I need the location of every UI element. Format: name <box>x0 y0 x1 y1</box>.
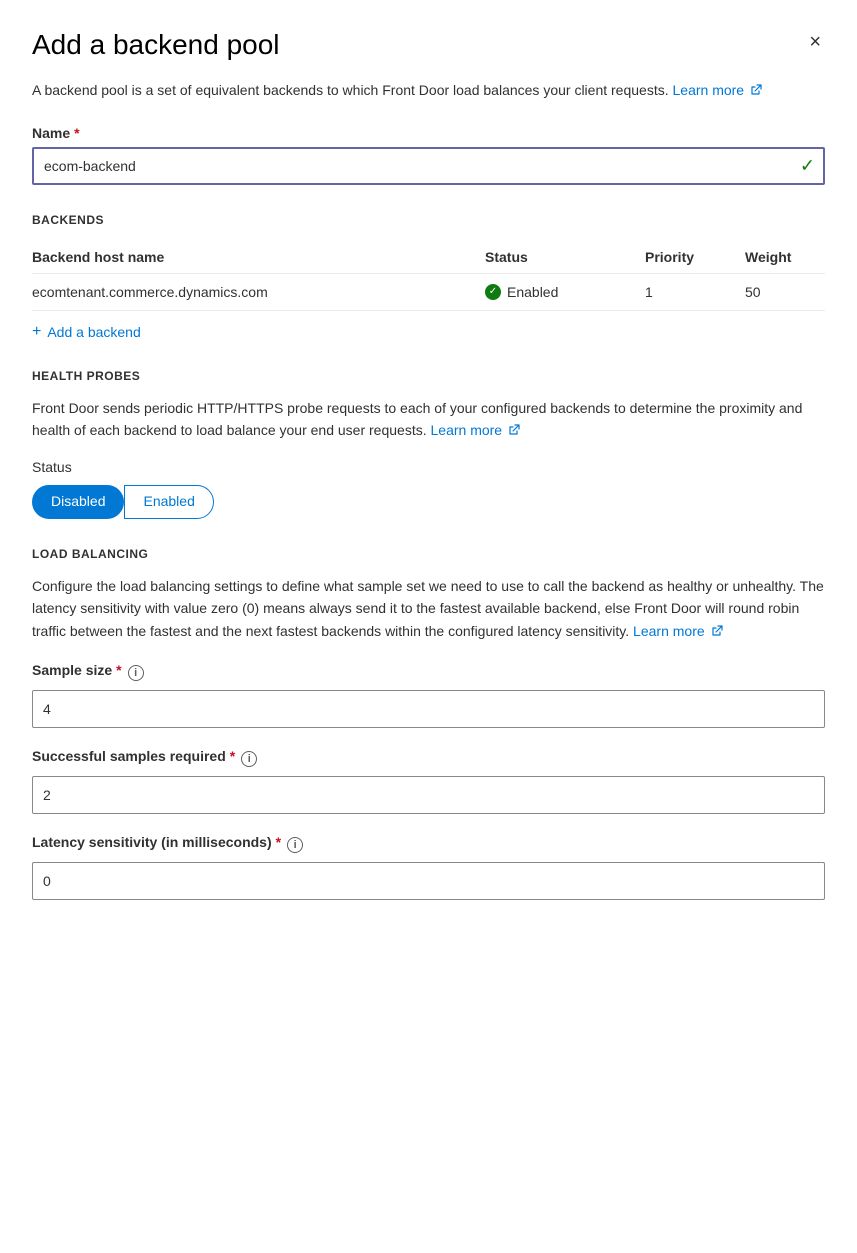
sample-size-input[interactable] <box>32 690 825 728</box>
table-row: ecomtenant.commerce.dynamics.com ✓ Enabl… <box>32 274 825 311</box>
status-enabled: ✓ Enabled <box>485 284 645 300</box>
health-probes-external-link-icon <box>508 424 520 436</box>
name-field-group: Name * ✓ <box>32 125 825 185</box>
panel-description: A backend pool is a set of equivalent ba… <box>32 80 825 101</box>
col-weight: Weight <box>745 249 825 265</box>
name-label: Name * <box>32 125 825 141</box>
latency-sensitivity-info-icon[interactable]: i <box>287 837 303 853</box>
backends-table: Backend host name Status Priority Weight… <box>32 241 825 311</box>
add-backend-button[interactable]: + Add a backend <box>32 323 141 341</box>
backends-heading: BACKENDS <box>32 213 825 227</box>
sample-size-field-group: Sample size * i <box>32 662 825 728</box>
load-balancing-learn-more-link[interactable]: Learn more <box>633 623 722 639</box>
load-balancing-heading: LOAD BALANCING <box>32 547 825 561</box>
panel-title: Add a backend pool <box>32 28 280 62</box>
close-button[interactable]: × <box>805 28 825 56</box>
sample-size-required-star: * <box>116 662 121 678</box>
status-dot-icon: ✓ <box>485 284 501 300</box>
health-probes-learn-more-link[interactable]: Learn more <box>431 422 520 438</box>
successful-samples-label-row: Successful samples required * i <box>32 748 825 770</box>
add-icon: + <box>32 323 41 341</box>
table-header-row: Backend host name Status Priority Weight <box>32 241 825 274</box>
name-input-wrapper: ✓ <box>32 147 825 185</box>
sample-size-label-row: Sample size * i <box>32 662 825 684</box>
backend-status-cell: ✓ Enabled <box>485 284 645 300</box>
health-probes-status-label: Status <box>32 459 825 475</box>
latency-sensitivity-field-group: Latency sensitivity (in milliseconds) * … <box>32 834 825 900</box>
backend-host-cell: ecomtenant.commerce.dynamics.com <box>32 284 485 300</box>
panel-header: Add a backend pool × <box>32 28 825 62</box>
description-learn-more-link[interactable]: Learn more <box>673 82 762 98</box>
successful-samples-label: Successful samples required * <box>32 748 235 764</box>
name-required-star: * <box>74 125 79 141</box>
load-balancing-external-link-icon <box>711 625 723 637</box>
latency-sensitivity-required-star: * <box>276 834 281 850</box>
sample-size-info-icon[interactable]: i <box>128 665 144 681</box>
successful-samples-info-icon[interactable]: i <box>241 751 257 767</box>
latency-sensitivity-label-row: Latency sensitivity (in milliseconds) * … <box>32 834 825 856</box>
latency-sensitivity-input[interactable] <box>32 862 825 900</box>
external-link-icon <box>750 84 762 96</box>
name-input[interactable] <box>32 147 825 185</box>
col-status: Status <box>485 249 645 265</box>
sample-size-label: Sample size * <box>32 662 122 678</box>
col-backend-host: Backend host name <box>32 249 485 265</box>
toggle-disabled-button[interactable]: Disabled <box>32 485 124 519</box>
health-probes-toggle-group: Disabled Enabled <box>32 485 825 519</box>
name-checkmark-icon: ✓ <box>800 155 815 176</box>
col-priority: Priority <box>645 249 745 265</box>
latency-sensitivity-label: Latency sensitivity (in milliseconds) * <box>32 834 281 850</box>
add-backend-pool-panel: Add a backend pool × A backend pool is a… <box>0 0 857 1253</box>
backend-priority-cell: 1 <box>645 284 745 300</box>
load-balancing-description: Configure the load balancing settings to… <box>32 575 825 642</box>
health-probes-description: Front Door sends periodic HTTP/HTTPS pro… <box>32 397 825 442</box>
toggle-enabled-button[interactable]: Enabled <box>124 485 213 519</box>
successful-samples-field-group: Successful samples required * i <box>32 748 825 814</box>
backend-weight-cell: 50 <box>745 284 825 300</box>
successful-samples-required-star: * <box>230 748 235 764</box>
successful-samples-input[interactable] <box>32 776 825 814</box>
health-probes-heading: HEALTH PROBES <box>32 369 825 383</box>
